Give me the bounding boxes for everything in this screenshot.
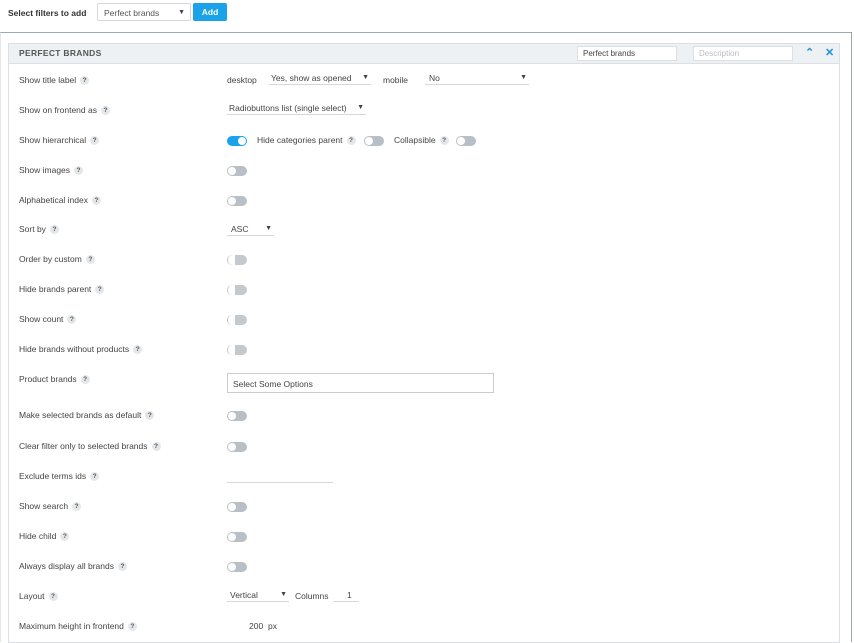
help-icon[interactable]: ? [145, 411, 155, 421]
row-label-show-images: Show images? [19, 165, 84, 176]
row-label-show-hierarchical: Show hierarchical? [19, 135, 100, 146]
help-icon[interactable]: ? [60, 532, 70, 542]
layout-select[interactable]: Vertical ▼ [227, 589, 289, 602]
product-brands-placeholder: Select Some Options [233, 379, 313, 389]
row-label-show-title-label: Show title label? [19, 75, 90, 86]
sort-by-value: ASC [231, 224, 249, 234]
alphabetical-index-toggle[interactable] [227, 196, 247, 206]
show-count-toggle[interactable] [227, 315, 247, 325]
filters-toolbar: Select filters to add Perfect brands ▼ A… [0, 0, 854, 32]
row-label-make-selected-default: Make selected brands as default? [19, 410, 155, 421]
row-label-layout: Layout? [19, 591, 58, 602]
help-icon[interactable]: ? [151, 442, 161, 452]
max-height-input[interactable]: 200 [249, 621, 263, 631]
frontend-type-select[interactable]: Radiobuttons list (single select) ▼ [227, 102, 366, 115]
filter-type-value: Perfect brands [104, 8, 160, 18]
show-images-toggle[interactable] [227, 166, 247, 176]
help-icon[interactable]: ? [95, 285, 105, 295]
row-label-always-display-all: Always display all brands? [19, 561, 127, 572]
row-label-clear-filter-selected: Clear filter only to selected brands? [19, 441, 161, 452]
sort-by-select[interactable]: ASC ▼ [227, 223, 274, 236]
row-label-sort-by: Sort by? [19, 224, 59, 235]
hide-brands-parent-toggle[interactable] [227, 285, 247, 295]
row-label-max-height: Maximum height in frontend? [19, 621, 137, 632]
row-label-show-search: Show search? [19, 501, 82, 512]
panel-header: PERFECT BRANDS Perfect brands Descriptio… [9, 44, 839, 64]
mobile-display-select[interactable]: No ▼ [425, 72, 529, 85]
help-icon[interactable]: ? [127, 622, 137, 632]
frontend-type-value: Radiobuttons list (single select) [229, 103, 347, 113]
make-selected-default-toggle[interactable] [227, 411, 247, 421]
hierarchical-toggle[interactable] [227, 136, 247, 146]
help-icon[interactable]: ? [90, 136, 100, 146]
filter-description-input[interactable]: Description [693, 46, 793, 61]
help-icon[interactable]: ? [100, 106, 110, 116]
row-label-exclude-terms-ids: Exclude terms ids? [19, 471, 100, 482]
collapsible-toggle[interactable] [456, 136, 476, 146]
row-label-show-on-frontend-as: Show on frontend as? [19, 105, 110, 116]
row-label-show-count: Show count? [19, 314, 77, 325]
filter-type-select[interactable]: Perfect brands ▼ [97, 3, 191, 21]
exclude-terms-ids-input[interactable] [227, 482, 333, 483]
product-brands-multiselect[interactable]: Select Some Options [227, 373, 494, 393]
add-filter-button[interactable]: Add [193, 3, 227, 21]
panel-title: PERFECT BRANDS [19, 48, 102, 58]
close-icon[interactable]: ✕ [825, 46, 834, 59]
row-label-hide-child: Hide child? [19, 531, 70, 542]
columns-input[interactable]: 1 [333, 589, 359, 602]
help-icon[interactable]: ? [80, 375, 90, 385]
chevron-down-icon: ▼ [357, 104, 364, 111]
help-icon[interactable]: ? [49, 225, 59, 235]
hide-child-toggle[interactable] [227, 532, 247, 542]
help-icon[interactable]: ? [74, 166, 84, 176]
row-label-product-brands: Product brands? [19, 374, 90, 385]
row-label-order-by-custom: Order by custom? [19, 254, 95, 265]
help-icon[interactable]: ? [72, 502, 82, 512]
help-icon[interactable]: ? [48, 592, 58, 602]
select-filters-label: Select filters to add [8, 8, 87, 18]
help-icon[interactable]: ? [92, 196, 101, 206]
row-label-hide-brands-parent: Hide brands parent? [19, 284, 105, 295]
row-label-alphabetical-index: Alphabetical index? [19, 195, 101, 206]
chevron-down-icon: ▼ [265, 225, 272, 232]
hide-brands-without-products-toggle[interactable] [227, 345, 247, 355]
layout-value: Vertical [230, 590, 258, 600]
mobile-display-value: No [429, 73, 440, 83]
columns-label: Columns [295, 591, 329, 601]
help-icon[interactable]: ? [90, 472, 100, 482]
help-icon[interactable]: ? [85, 255, 95, 265]
help-icon[interactable]: ? [346, 136, 356, 146]
columns-value: 1 [347, 590, 352, 600]
chevron-down-icon: ▼ [280, 591, 287, 598]
desktop-label: desktop [227, 75, 257, 85]
help-icon[interactable]: ? [67, 315, 77, 325]
chevron-down-icon: ▼ [178, 9, 185, 16]
order-by-custom-toggle[interactable] [227, 255, 247, 265]
collapse-icon[interactable]: ⌃ [805, 46, 814, 59]
max-height-unit: px [268, 621, 277, 631]
chevron-down-icon: ▼ [520, 74, 527, 81]
row-label-hide-brands-without-products: Hide brands without products? [19, 344, 143, 355]
filter-panel-perfect-brands: PERFECT BRANDS Perfect brands Descriptio… [8, 43, 840, 643]
always-display-all-toggle[interactable] [227, 562, 247, 572]
filter-name-input[interactable]: Perfect brands [577, 46, 677, 61]
clear-filter-selected-toggle[interactable] [227, 442, 247, 452]
chevron-down-icon: ▼ [362, 74, 369, 81]
help-icon[interactable]: ? [133, 345, 143, 355]
desktop-display-select[interactable]: Yes, show as opened ▼ [269, 72, 371, 85]
desktop-display-value: Yes, show as opened [271, 73, 352, 83]
show-search-toggle[interactable] [227, 502, 247, 512]
help-icon[interactable]: ? [80, 76, 90, 86]
help-icon[interactable]: ? [439, 136, 449, 146]
hide-categories-parent-toggle[interactable] [364, 136, 384, 146]
help-icon[interactable]: ? [117, 562, 127, 572]
collapsible-label: Collapsible? [394, 135, 449, 146]
mobile-label: mobile [383, 75, 409, 85]
hide-categories-parent-label: Hide categories parent? [257, 135, 356, 146]
